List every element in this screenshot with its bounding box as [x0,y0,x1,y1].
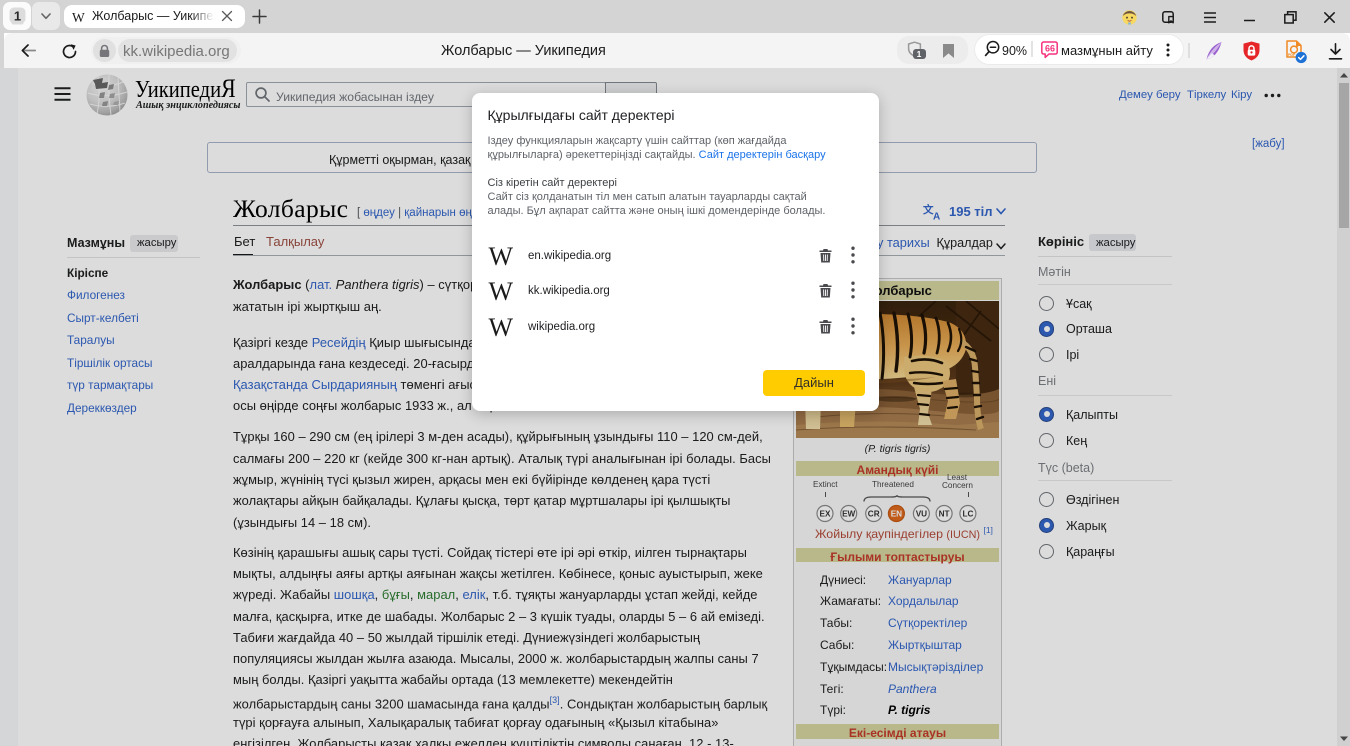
svg-text:PDF: PDF [1288,53,1296,57]
svg-text:1: 1 [13,9,20,24]
svg-text:66: 66 [1045,44,1055,54]
